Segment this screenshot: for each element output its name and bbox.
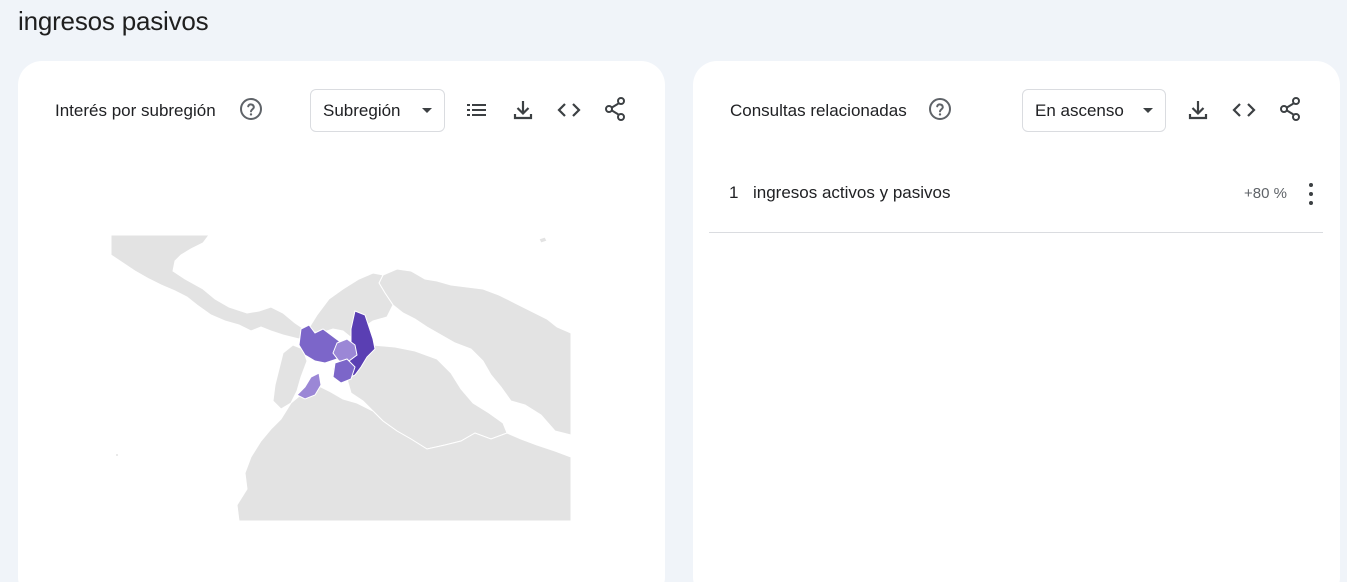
download-icon[interactable] <box>1185 97 1211 123</box>
row-label[interactable]: ingresos activos y pasivos <box>753 183 950 203</box>
card-title: Consultas relacionadas <box>730 101 907 120</box>
help-icon[interactable] <box>239 97 263 121</box>
share-icon[interactable] <box>602 96 628 122</box>
related-queries-card: Consultas relacionadas En ascenso 1 ingr… <box>693 61 1340 582</box>
related-query-row[interactable]: 1 ingresos activos y pasivos +80 % <box>709 169 1323 233</box>
help-icon[interactable] <box>928 97 952 121</box>
caret-down-icon <box>422 108 432 113</box>
select-value: Subregión <box>323 100 401 120</box>
row-index: 1 <box>729 183 739 202</box>
page-title: ingresos pasivos <box>18 6 209 36</box>
map-central-america <box>110 234 308 340</box>
card-title: Interés por subregión <box>55 101 216 120</box>
more-vert-icon[interactable] <box>1305 181 1317 207</box>
share-icon[interactable] <box>1277 96 1303 122</box>
related-filter-select[interactable]: En ascenso <box>1022 89 1166 132</box>
embed-icon[interactable] <box>1231 97 1257 123</box>
map-island <box>538 236 548 244</box>
list-icon[interactable] <box>464 97 490 123</box>
download-icon[interactable] <box>510 97 536 123</box>
subregion-select[interactable]: Subregión <box>310 89 445 132</box>
map-galapagos <box>115 453 119 457</box>
select-value: En ascenso <box>1035 100 1124 120</box>
caret-down-icon <box>1143 108 1153 113</box>
row-value: +80 % <box>1244 185 1287 202</box>
subregion-map <box>110 234 572 522</box>
embed-icon[interactable] <box>556 97 582 123</box>
subregion-interest-card: Interés por subregión Subregión <box>18 61 665 582</box>
